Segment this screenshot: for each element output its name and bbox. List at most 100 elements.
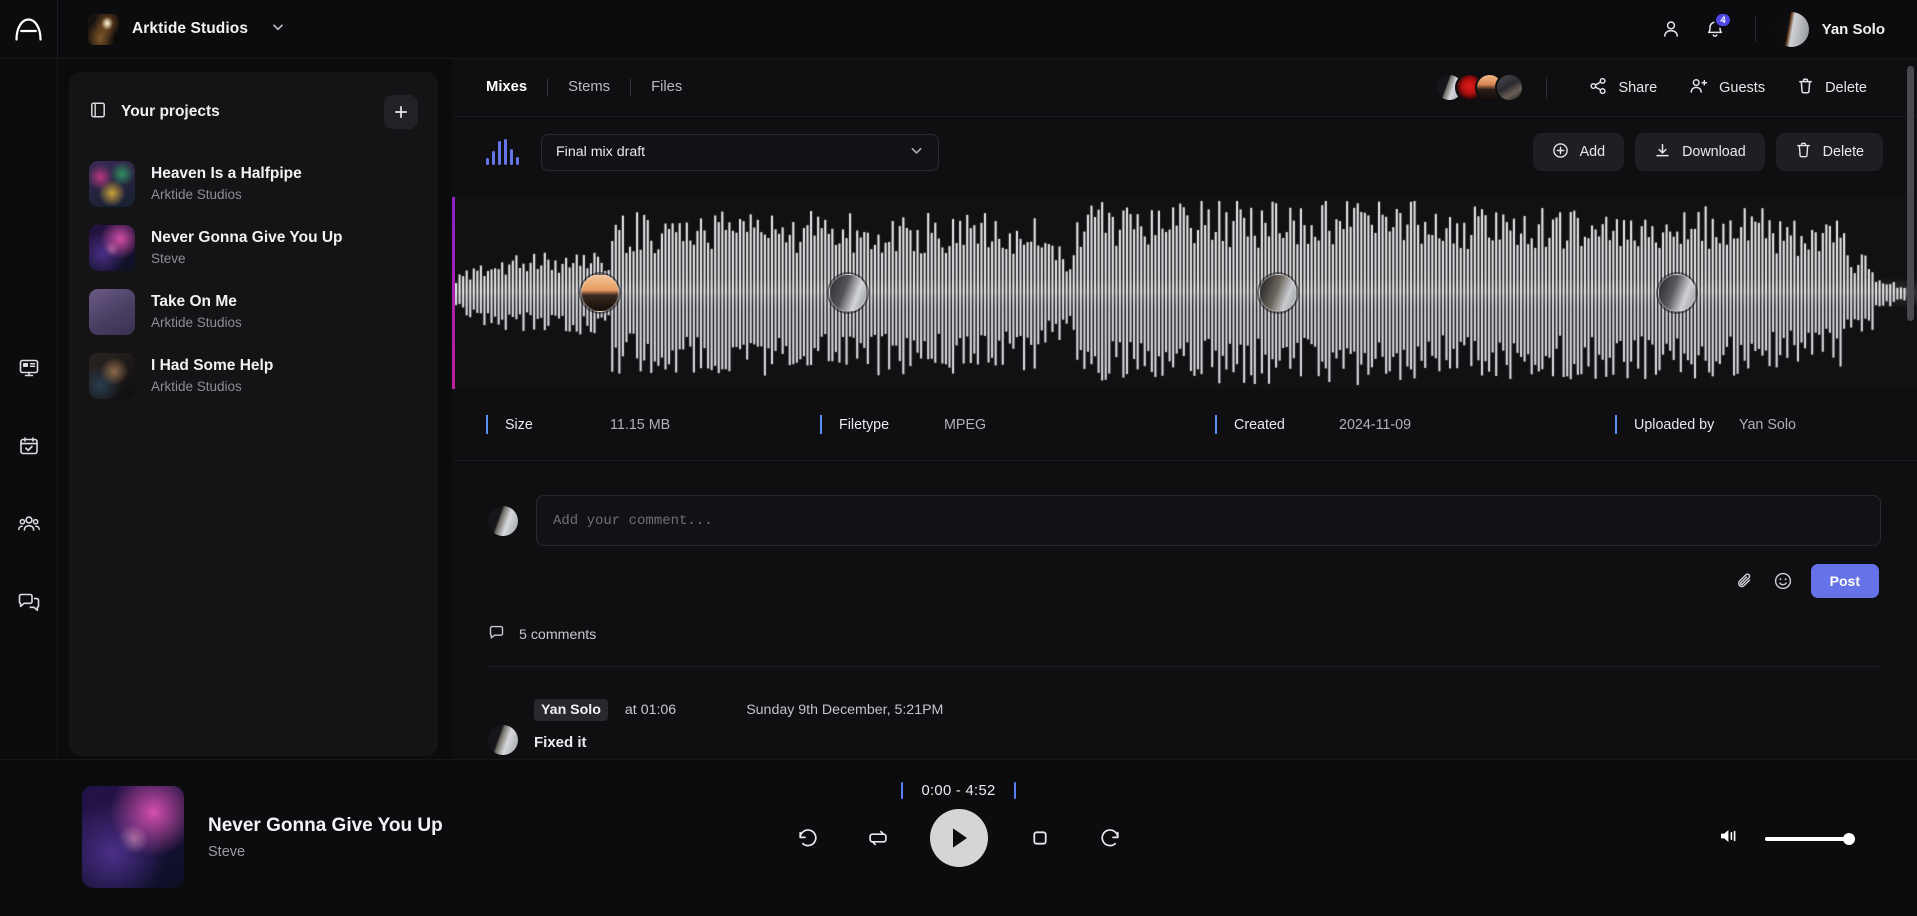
workspace-switcher[interactable]: Arktide Studios [58, 13, 285, 45]
list-item[interactable]: I Had Some Help Arktide Studios [69, 344, 438, 408]
rail-item-people[interactable] [10, 505, 48, 543]
scrollbar-thumb[interactable] [1907, 66, 1914, 321]
tabs: Mixes Stems Files [486, 79, 702, 96]
tab-mixes[interactable]: Mixes [486, 80, 547, 95]
people-group-icon [17, 516, 40, 531]
waveform-comment-marker[interactable] [1657, 274, 1696, 312]
comment-item[interactable]: Yan Solo at 01:06 Sunday 9th December, 5… [488, 667, 1881, 755]
profile-button[interactable] [1649, 7, 1693, 51]
comment-input[interactable] [553, 512, 1864, 529]
range-start-marker[interactable] [901, 782, 904, 799]
stop-button[interactable] [1022, 820, 1058, 856]
collaborator-avatars[interactable] [1435, 73, 1530, 102]
avatar [488, 506, 518, 536]
download-button[interactable]: Download [1635, 133, 1765, 171]
tab-bar: Mixes Stems Files Share Guests Delete [452, 59, 1917, 117]
divider [1754, 16, 1756, 42]
comment-timestamp[interactable]: at 01:06 [625, 702, 676, 718]
delete-mix-button[interactable]: Delete [1775, 133, 1883, 171]
list-item[interactable]: Never Gonna Give You Up Steve [69, 216, 438, 280]
delete-label: Delete [1825, 79, 1867, 96]
volume-slider-knob[interactable] [1842, 832, 1855, 845]
share-button[interactable]: Share [1573, 69, 1673, 107]
meta-label: Size [505, 416, 533, 433]
notifications-button[interactable]: 4 [1693, 7, 1737, 51]
mix-select-value: Final mix draft [556, 144, 646, 160]
waveform-comment-marker[interactable] [580, 274, 619, 312]
share-label: Share [1618, 79, 1658, 96]
trash-icon [1797, 77, 1814, 99]
project-thumbnail [89, 161, 135, 207]
waveform-comment-marker[interactable] [828, 274, 867, 312]
guests-label: Guests [1719, 79, 1766, 96]
volume-control [1718, 826, 1855, 851]
waveform-icon [486, 139, 519, 165]
smiley-icon[interactable] [1773, 571, 1793, 591]
user-menu[interactable]: Yan Solo [1773, 11, 1885, 47]
now-playing: Never Gonna Give You Up Steve [82, 786, 443, 888]
volume-slider[interactable] [1765, 832, 1855, 845]
guests-button[interactable]: Guests [1673, 69, 1781, 107]
rail-item-messages[interactable] [10, 583, 48, 621]
playhead[interactable] [452, 197, 455, 389]
file-metadata: Size 11.15 MB Filetype MPEG Created 2024… [452, 389, 1917, 461]
project-owner: Steve [151, 250, 186, 266]
project-owner: Arktide Studios [151, 314, 242, 330]
list-item[interactable]: Take On Me Arktide Studios [69, 280, 438, 344]
comments-section: 5 comments Yan Solo at 01:06 Sunday 9th … [452, 598, 1917, 755]
app-logo[interactable] [0, 0, 58, 59]
project-thumbnail [89, 225, 135, 271]
project-name: Heaven Is a Halfpipe [151, 165, 302, 183]
book-icon [89, 101, 107, 124]
comment-author: Yan Solo [534, 699, 608, 721]
main-panel: Mixes Stems Files Share Guests Delete Fi… [452, 59, 1917, 759]
download-label: Download [1682, 144, 1746, 160]
waveform-comment-marker[interactable] [1259, 274, 1298, 312]
workspace-avatar [88, 13, 119, 45]
trash-icon [1795, 141, 1812, 163]
time-range: 0:00 - 4:52 [901, 782, 1016, 799]
waveform-canvas[interactable] [452, 197, 1917, 389]
rail-item-dashboard[interactable] [10, 349, 48, 387]
delete-project-button[interactable]: Delete [1781, 69, 1883, 107]
waveform-viewer[interactable] [452, 197, 1917, 389]
list-item[interactable]: Heaven Is a Halfpipe Arktide Studios [69, 152, 438, 216]
range-end-marker[interactable] [1013, 782, 1016, 799]
meta-value: MPEG [944, 416, 987, 433]
rewind-button[interactable] [790, 820, 826, 856]
projects-title: Your projects [121, 103, 220, 120]
add-project-button[interactable] [384, 95, 418, 129]
volume-icon[interactable] [1718, 826, 1740, 851]
now-playing-artist: Steve [208, 843, 246, 860]
play-button[interactable] [929, 809, 988, 867]
meta-value: 2024-11-09 [1339, 416, 1412, 433]
project-name: Take On Me [151, 293, 237, 311]
comment-composer: Post [452, 461, 1917, 598]
forward-button[interactable] [1092, 820, 1128, 856]
accent-bar [1615, 415, 1617, 434]
meta-size: Size 11.15 MB [486, 415, 820, 434]
mix-select[interactable]: Final mix draft [541, 133, 939, 171]
tab-files[interactable]: Files [631, 80, 702, 95]
meta-label: Uploaded by [1634, 416, 1715, 433]
dashboard-monitor-icon [19, 359, 38, 377]
add-button[interactable]: Add [1532, 133, 1625, 171]
meta-uploaded-by: Uploaded by Yan Solo [1615, 415, 1796, 434]
loop-button[interactable] [860, 820, 896, 856]
meta-label: Filetype [839, 416, 890, 433]
rail-item-calendar[interactable] [10, 427, 48, 465]
project-owner: Arktide Studios [151, 378, 242, 394]
chevron-down-icon [271, 20, 285, 39]
main-scrollbar[interactable] [1907, 66, 1914, 750]
meta-created: Created 2024-11-09 [1215, 415, 1615, 434]
user-plus-icon [1689, 77, 1708, 99]
play-icon [952, 828, 967, 848]
workspace-name: Arktide Studios [132, 20, 249, 37]
project-name: I Had Some Help [151, 357, 274, 375]
tab-stems[interactable]: Stems [548, 80, 630, 95]
comment-icon [488, 624, 505, 645]
stop-icon [1032, 831, 1047, 845]
paperclip-icon[interactable] [1735, 571, 1755, 591]
post-comment-button[interactable]: Post [1810, 564, 1879, 598]
comment-input-wrapper[interactable] [536, 495, 1881, 546]
